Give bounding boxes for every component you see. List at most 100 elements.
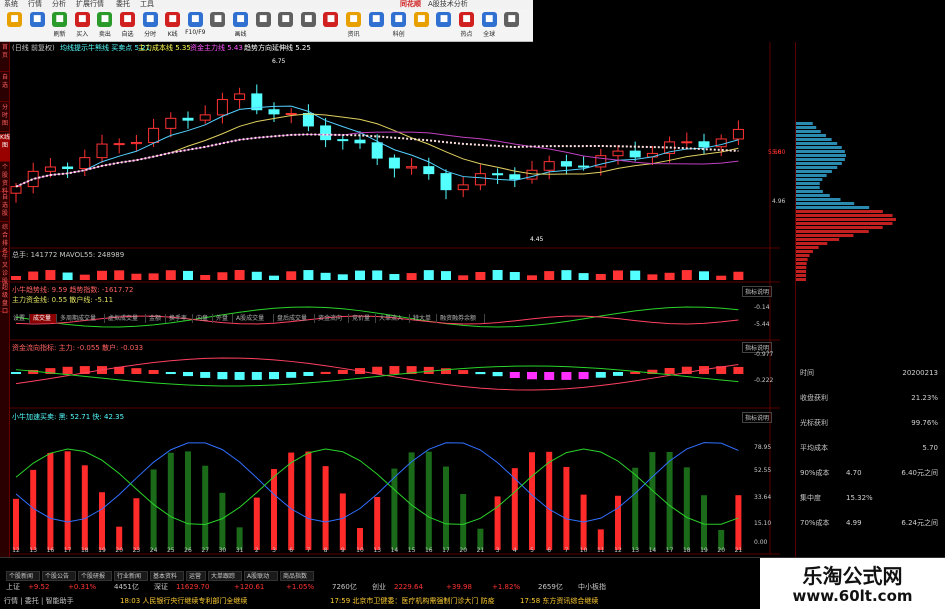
info-tab-7[interactable]: A股联动 bbox=[244, 571, 278, 581]
index-ticker-item: 上证 bbox=[6, 583, 20, 591]
left-tab-3[interactable]: K线图 bbox=[0, 134, 10, 162]
left-tab-8[interactable]: 超级盘口 bbox=[0, 284, 10, 315]
volume-subtab-9[interactable]: 盘后成交量 bbox=[274, 314, 315, 323]
left-tab-2[interactable]: 分时图 bbox=[0, 104, 10, 132]
info-tab-5[interactable]: 运营 bbox=[186, 571, 206, 581]
info-tab-8[interactable]: 商品指数 bbox=[280, 571, 314, 581]
info-tab-6[interactable]: 大单跟踪 bbox=[208, 571, 242, 581]
left-tab-6[interactable]: 综合排名 bbox=[0, 224, 10, 255]
kline-chart-svg[interactable]: 12 13 16 17 18 19 20 23 24 25 26 27 30 31 2 3 6 7 8 9 10 13 14… bbox=[10, 42, 795, 557]
news-item[interactable]: 17:59 北京市卫健委：医疗机构需强制门诊大门 防疫 bbox=[330, 595, 495, 607]
toolbar-button-indicator[interactable]: ■ bbox=[207, 11, 228, 40]
buy-icon: ■ bbox=[74, 12, 90, 27]
volume-bar bbox=[234, 270, 245, 280]
date-tick: 31 bbox=[236, 547, 244, 554]
trade-links[interactable]: 行情 | 委托 | 智能助手 bbox=[4, 595, 74, 607]
volume-bar bbox=[613, 270, 623, 280]
index-ticker-item: +9.52 bbox=[28, 583, 50, 591]
toolbar-button-kline[interactable]: ■ K线 bbox=[162, 11, 183, 40]
info-tab-2[interactable]: 个股研报 bbox=[78, 571, 112, 581]
chart-area[interactable]: 12 13 16 17 18 19 20 23 24 25 26 27 30 31 2 3 6 7 8 9 10 13 14… bbox=[10, 42, 795, 595]
volume-subtab-3[interactable]: 虚拟成交量 bbox=[105, 314, 146, 323]
candle bbox=[543, 155, 555, 180]
toolbar-button-fund[interactable]: ■ 资讯 bbox=[343, 11, 364, 40]
ind3-bar bbox=[253, 497, 260, 550]
toolbar-button-gold[interactable]: ■ bbox=[411, 11, 432, 40]
ind3-bar bbox=[391, 468, 398, 550]
ind3-bar bbox=[150, 469, 157, 550]
ind3-bar bbox=[13, 498, 19, 550]
menu-trade[interactable]: 委托 bbox=[116, 0, 130, 9]
toolbar-button-label: 科创 bbox=[392, 31, 405, 38]
info-tab-3[interactable]: 行业新闻 bbox=[114, 571, 148, 581]
info-tab-4[interactable]: 基本资料 bbox=[150, 571, 184, 581]
date-tick: 19 bbox=[98, 547, 106, 554]
volume-subtab-14[interactable]: 融资融券余额 bbox=[437, 314, 485, 323]
menu-analysis[interactable]: 分析 bbox=[52, 0, 66, 9]
date-tick: 17 bbox=[442, 547, 450, 554]
volume-subtab-8[interactable]: A股成交量 bbox=[233, 314, 274, 323]
date-tick: 20 bbox=[115, 547, 123, 554]
left-tab-0[interactable]: 首页 bbox=[0, 44, 10, 72]
toolbar-button-sell[interactable]: ■ 卖出 bbox=[94, 11, 115, 40]
toolbar-button-global[interactable]: ■ 全球 bbox=[479, 11, 500, 40]
toolbar-button-minute[interactable]: ■ 分时 bbox=[140, 11, 161, 40]
volume-subtab-6[interactable]: 内盘 bbox=[193, 314, 213, 323]
toolbar-button-label: F10/F9 bbox=[185, 29, 206, 36]
news-item[interactable]: 18:03 人民银行央行继续专利部门全继续 bbox=[120, 595, 247, 607]
toolbar-button-hot[interactable]: ■ 热点 bbox=[456, 11, 477, 40]
ind3-axis-3: 33.64 bbox=[754, 494, 772, 501]
toolbar-button-ai[interactable]: ■ bbox=[433, 11, 454, 40]
volume-subtab-1[interactable]: 成交量 bbox=[30, 314, 57, 323]
news-item[interactable]: 17:58 东方资讯综合继续 bbox=[520, 595, 598, 607]
home-icon: ■ bbox=[7, 12, 22, 27]
toolbar-button-label: 自选 bbox=[121, 31, 134, 38]
menu-tools[interactable]: 工具 bbox=[140, 0, 154, 9]
gold-icon: ■ bbox=[413, 12, 429, 27]
toolbar-button-level2[interactable]: ■ bbox=[320, 11, 341, 40]
menu-quote[interactable]: 行情 bbox=[28, 0, 42, 9]
left-tab-7[interactable]: 牛叉诊股 bbox=[0, 254, 10, 285]
volume-subtab-5[interactable]: 换手率 bbox=[166, 314, 193, 323]
ind2-bar bbox=[251, 372, 262, 380]
toolbar-button-calc[interactable]: ■ bbox=[298, 11, 319, 40]
left-tab-5[interactable]: 自选股 bbox=[0, 194, 10, 222]
chip-stat-row: 集中度 15.32% bbox=[800, 491, 942, 505]
volume-subtab-2[interactable]: 多周期成交量 bbox=[57, 314, 105, 323]
info-tab-1[interactable]: 个股公告 bbox=[42, 571, 76, 581]
volume-subtab-0[interactable]: 设置 bbox=[10, 314, 30, 323]
volume-subtab-12[interactable]: 大单流入 bbox=[376, 314, 410, 323]
index-ticker-item: +1.05% bbox=[286, 583, 315, 591]
toolbar-button-refresh[interactable]: ■ 刷新 bbox=[49, 11, 70, 40]
toolbar-button-back[interactable]: ■ bbox=[27, 11, 48, 40]
date-tick: 16 bbox=[425, 547, 433, 554]
toolbar-button-label: 刷新 bbox=[53, 31, 66, 38]
indicator-help-3[interactable]: 指标说明 bbox=[742, 412, 773, 423]
menu-ext-quote[interactable]: 扩展行情 bbox=[76, 0, 104, 9]
volume-subtab-7[interactable]: 外盘 bbox=[213, 314, 233, 323]
chip-bar bbox=[796, 266, 807, 269]
toolbar-button-more[interactable]: ■ bbox=[501, 11, 522, 40]
volume-subtab-4[interactable]: 金额 bbox=[146, 314, 166, 323]
left-tab-4[interactable]: 个股资料 bbox=[0, 164, 10, 195]
ind2-bar bbox=[165, 372, 176, 375]
toolbar-button-buy[interactable]: ■ 买入 bbox=[72, 11, 93, 40]
chip-stat-row: 时间 20200213 bbox=[800, 366, 942, 380]
volume-subtab-11[interactable]: 竞价量 bbox=[349, 314, 376, 323]
toolbar-button-info[interactable]: ■ bbox=[253, 11, 274, 40]
volume-subtab-10[interactable]: 资金流向 bbox=[315, 314, 349, 323]
chip-bar bbox=[796, 178, 823, 181]
toolbar-button-self-select[interactable]: ■ 自选 bbox=[117, 11, 138, 40]
toolbar-button-kechuang[interactable]: ■ 科创 bbox=[388, 11, 409, 40]
toolbar-button-draw[interactable]: ■ 画线 bbox=[230, 11, 251, 40]
toolbar-button-stock[interactable]: ■ bbox=[366, 11, 387, 40]
date-tick: 11 bbox=[597, 547, 605, 554]
indicator-help-1[interactable]: 指标说明 bbox=[742, 286, 773, 297]
toolbar-button-f10[interactable]: ■ F10/F9 bbox=[185, 11, 206, 40]
left-tab-1[interactable]: 自选 bbox=[0, 74, 10, 102]
volume-subtab-13[interactable]: 特大单 bbox=[410, 314, 437, 323]
toolbar-button-home[interactable]: ■ bbox=[4, 11, 25, 40]
toolbar-button-news[interactable]: ■ bbox=[275, 11, 296, 40]
menu-system[interactable]: 系统 bbox=[4, 0, 18, 9]
info-tab-0[interactable]: 个股新闻 bbox=[6, 571, 40, 581]
